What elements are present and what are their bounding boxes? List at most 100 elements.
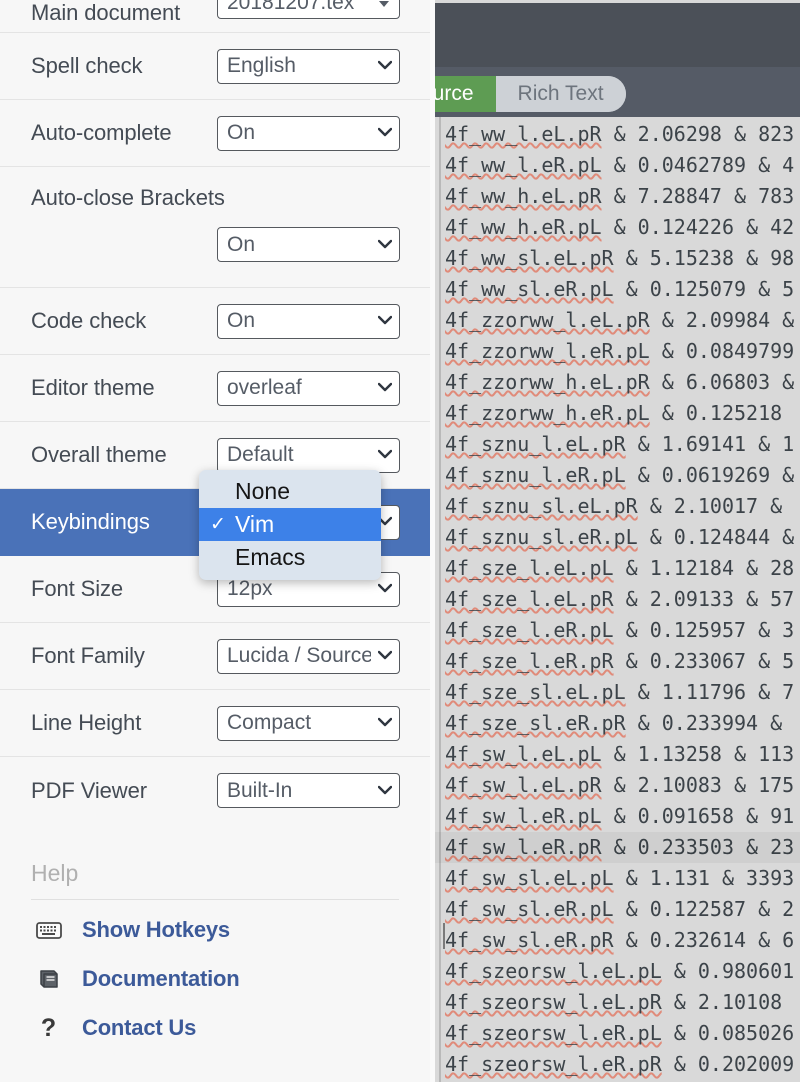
chevron-down-icon bbox=[378, 313, 392, 326]
dropdown-option-vim[interactable]: ✓ Vim bbox=[199, 508, 381, 541]
dropdown-option-label: Emacs bbox=[235, 544, 306, 570]
editor-toolbar: Source Rich Text bbox=[430, 67, 800, 117]
code-line: 4f_sw_l.eR.pR & 0.233503 & 23 bbox=[435, 832, 800, 863]
chevron-down-icon bbox=[378, 237, 392, 250]
code-line: 4f_sw_l.eL.pR & 2.10083 & 175 bbox=[445, 773, 795, 797]
pdf-viewer-select[interactable]: Built-In bbox=[217, 773, 400, 808]
setting-label-font-family: Font Family bbox=[31, 643, 145, 668]
code-line: 4f_ww_l.eR.pL & 0.0462789 & 4 bbox=[445, 153, 795, 177]
help-link-documentation[interactable]: Documentation bbox=[31, 949, 399, 998]
font-family-value: Lucida / Source Code Pro bbox=[227, 644, 371, 667]
setting-row-pdf-viewer: PDF Viewer Built-In bbox=[0, 757, 430, 824]
overall-theme-select[interactable]: Default bbox=[217, 437, 400, 473]
keybindings-dropdown-menu[interactable]: None ✓ Vim Emacs bbox=[199, 470, 381, 580]
dropdown-option-label: Vim bbox=[235, 511, 275, 537]
code-line: 4f_ww_h.eL.pR & 7.28847 & 783 bbox=[445, 184, 795, 208]
chevron-down-icon bbox=[378, 715, 392, 728]
line-height-select[interactable]: Compact bbox=[217, 705, 400, 741]
setting-row-line-height: Line Height Compact bbox=[0, 690, 430, 757]
latex-editor-panel: Source Rich Text 4f_ww_l.eL.pR & 2.06298… bbox=[430, 0, 800, 1082]
setting-row-auto-close-brackets: Auto-close Brackets On bbox=[0, 167, 430, 288]
auto-close-brackets-select[interactable]: On bbox=[217, 227, 400, 262]
overall-theme-value: Default bbox=[227, 443, 294, 466]
help-link-contact-us[interactable]: ? Contact Us bbox=[31, 998, 399, 1047]
setting-row-code-check: Code check On bbox=[0, 288, 430, 355]
setting-label-spell-check: Spell check bbox=[31, 53, 143, 78]
panel-divider bbox=[430, 0, 435, 1082]
spell-check-value: English bbox=[227, 54, 296, 77]
pdf-viewer-value: Built-In bbox=[227, 778, 293, 802]
code-line: 4f_sw_l.eR.pL & 0.091658 & 91 bbox=[445, 804, 795, 828]
source-richtext-toggle[interactable]: Source Rich Text bbox=[430, 76, 626, 112]
setting-row-auto-complete: Auto-complete On bbox=[0, 100, 430, 167]
line-height-value: Compact bbox=[227, 711, 312, 734]
chevron-down-icon bbox=[378, 58, 392, 71]
code-line: 4f_sznu_l.eL.pR & 1.69141 & 1 bbox=[445, 432, 795, 456]
code-line: 4f_szeorsw_l.eR.pR & 0.202009 bbox=[445, 1052, 795, 1076]
auto-close-brackets-value: On bbox=[227, 232, 256, 256]
code-line: 4f_sze_sl.eR.pR & 0.233994 & bbox=[445, 711, 795, 735]
book-icon bbox=[35, 968, 62, 990]
question-mark-icon: ? bbox=[40, 1013, 57, 1042]
help-link-show-hotkeys[interactable]: Show Hotkeys bbox=[31, 900, 399, 949]
setting-label-main-document: Main document bbox=[31, 0, 181, 25]
setting-row-main-document: Main document 20181207.tex bbox=[0, 0, 430, 33]
editor-theme-select[interactable]: overleaf bbox=[217, 370, 400, 406]
setting-label-line-height: Line Height bbox=[31, 710, 142, 735]
tab-rich-text[interactable]: Rich Text bbox=[495, 76, 626, 112]
setting-label-pdf-viewer: PDF Viewer bbox=[31, 777, 147, 803]
spell-check-select[interactable]: English bbox=[217, 48, 400, 84]
code-check-select[interactable]: On bbox=[217, 303, 400, 339]
help-section: Help Show Hotkeys Documentation ? Contac… bbox=[0, 824, 430, 1047]
help-link-label: Documentation bbox=[82, 966, 240, 991]
chevron-down-icon bbox=[378, 783, 392, 796]
code-line: 4f_zzorww_h.eL.pR & 6.06803 & bbox=[445, 370, 795, 394]
setting-row-editor-theme: Editor theme overleaf bbox=[0, 355, 430, 422]
code-line: 4f_sze_l.eL.pL & 1.12184 & 28 bbox=[445, 556, 795, 580]
code-line: 4f_sze_l.eL.pR & 2.09133 & 57 bbox=[445, 587, 795, 611]
setting-label-code-check: Code check bbox=[31, 308, 147, 333]
editor-top-bar bbox=[435, 3, 800, 67]
auto-complete-select[interactable]: On bbox=[217, 115, 400, 151]
editor-theme-value: overleaf bbox=[227, 376, 302, 399]
code-line: 4f_sw_sl.eR.pR & 0.232614 & 6 bbox=[445, 928, 795, 952]
editor-gutter-line bbox=[439, 117, 441, 1082]
chevron-down-icon bbox=[378, 125, 392, 138]
editor-settings-panel: Main document 20181207.tex Spell check E… bbox=[0, 0, 430, 1082]
dropdown-option-emacs[interactable]: Emacs bbox=[199, 541, 381, 574]
code-line: 4f_ww_sl.eR.pL & 0.125079 & 5 bbox=[445, 277, 795, 301]
setting-label-auto-complete: Auto-complete bbox=[31, 120, 172, 145]
help-link-label: Contact Us bbox=[82, 1015, 197, 1040]
code-lines-container: 4f_ww_l.eL.pR & 2.06298 & 823 4f_ww_l.eR.… bbox=[435, 119, 800, 1082]
help-link-label: Show Hotkeys bbox=[82, 917, 230, 942]
chevron-down-icon bbox=[378, 648, 392, 661]
setting-row-font-family: Font Family Lucida / Source Code Pro bbox=[0, 623, 430, 690]
code-line: 4f_ww_h.eR.pL & 0.124226 & 42 bbox=[445, 215, 795, 239]
setting-row-spell-check: Spell check English bbox=[0, 33, 430, 100]
setting-label-keybindings: Keybindings bbox=[31, 509, 150, 534]
chevron-down-icon bbox=[378, 380, 392, 393]
settings-and-editor-screen: Main document 20181207.tex Spell check E… bbox=[0, 0, 800, 1082]
setting-label-editor-theme: Editor theme bbox=[31, 375, 155, 400]
auto-complete-value: On bbox=[227, 121, 256, 144]
code-check-value: On bbox=[227, 309, 256, 332]
help-section-title: Help bbox=[31, 860, 399, 900]
code-line: 4f_szeorsw_l.eL.pL & 0.980601 bbox=[445, 959, 795, 983]
keyboard-icon bbox=[35, 921, 62, 939]
chevron-down-icon bbox=[378, 581, 392, 594]
setting-label-font-size: Font Size bbox=[31, 576, 124, 601]
code-line: 4f_szeorsw_l.eL.pR & 2.10108 bbox=[445, 990, 795, 1014]
code-line: 4f_szeorsw_l.eR.pL & 0.085026 bbox=[445, 1021, 795, 1045]
check-icon: ✓ bbox=[210, 513, 226, 535]
dropdown-option-none[interactable]: None bbox=[199, 475, 381, 508]
font-family-select[interactable]: Lucida / Source Code Pro bbox=[217, 638, 400, 674]
code-line: 4f_sznu_sl.eL.pR & 2.10017 & bbox=[445, 494, 795, 518]
code-line: 4f_ww_l.eL.pR & 2.06298 & 823 bbox=[445, 122, 795, 146]
code-line: 4f_sw_sl.eL.pL & 1.131 & 3393 bbox=[445, 866, 795, 890]
tab-source[interactable]: Source bbox=[430, 76, 496, 112]
dropdown-option-label: None bbox=[235, 478, 290, 504]
main-document-value: 20181207.tex bbox=[227, 0, 355, 14]
code-editor-area[interactable]: 4f_ww_l.eL.pR & 2.06298 & 823 4f_ww_l.eR.… bbox=[435, 117, 800, 1082]
code-line: 4f_sze_l.eR.pL & 0.125957 & 3 bbox=[445, 618, 795, 642]
main-document-select[interactable]: 20181207.tex bbox=[217, 0, 400, 19]
